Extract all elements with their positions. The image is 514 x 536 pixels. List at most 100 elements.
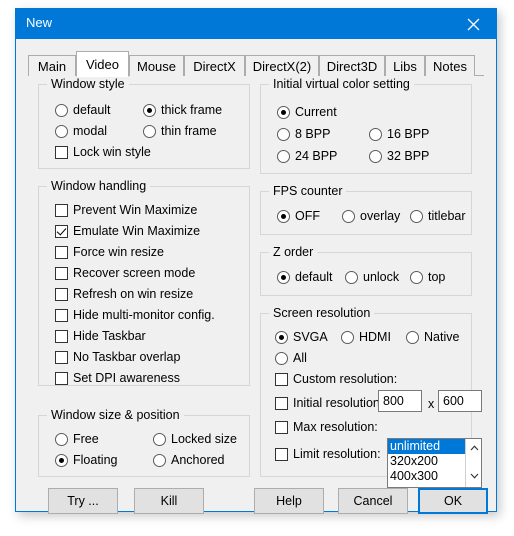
checkbox-recover-screen-mode[interactable]: Recover screen mode bbox=[55, 266, 195, 280]
checkbox-max-resolution[interactable]: Max resolution: bbox=[275, 420, 378, 434]
tab-directx[interactable]: DirectX bbox=[184, 55, 245, 76]
radio-indicator bbox=[406, 330, 419, 344]
radio-color-32bpp[interactable]: 32 BPP bbox=[369, 149, 429, 163]
group-screen-resolution-title: Screen resolution bbox=[269, 306, 375, 320]
checkbox-emulate-win-maximize[interactable]: Emulate Win Maximize bbox=[55, 224, 200, 238]
radio-indicator bbox=[410, 209, 423, 223]
option-label: All bbox=[293, 351, 307, 365]
option-label: Prevent Win Maximize bbox=[73, 203, 198, 217]
option-label: Free bbox=[73, 432, 99, 446]
radio-res-all[interactable]: All bbox=[275, 351, 307, 365]
try-button[interactable]: Try ... bbox=[48, 488, 118, 514]
radio-size-locked[interactable]: Locked size bbox=[153, 432, 237, 446]
option-label: Max resolution: bbox=[293, 420, 378, 434]
checkbox-indicator bbox=[275, 447, 288, 461]
checkbox-hide-taskbar[interactable]: Hide Taskbar bbox=[55, 329, 146, 343]
radio-zorder-top[interactable]: top bbox=[410, 270, 445, 284]
radio-indicator bbox=[410, 270, 423, 284]
checkbox-no-taskbar-overlap[interactable]: No Taskbar overlap bbox=[55, 350, 180, 364]
close-icon[interactable] bbox=[451, 9, 496, 39]
group-initial-color-title: Initial virtual color setting bbox=[269, 77, 414, 91]
checkbox-indicator bbox=[55, 287, 68, 301]
dimension-separator-label: x bbox=[428, 397, 435, 411]
radio-window-style-thin-frame[interactable]: thin frame bbox=[143, 124, 217, 138]
initial-resolution-width-input[interactable]: 800 bbox=[378, 390, 422, 412]
checkbox-initial-resolution[interactable]: Initial resolution: bbox=[275, 396, 383, 410]
tab-video[interactable]: Video bbox=[76, 51, 129, 77]
option-label: Native bbox=[424, 330, 460, 344]
group-window-size-position: Window size & position Free Locked size … bbox=[38, 408, 250, 477]
checkbox-prevent-win-maximize[interactable]: Prevent Win Maximize bbox=[55, 203, 197, 217]
checkbox-lock-win-style[interactable]: Lock win style bbox=[55, 145, 151, 159]
option-label: Lock win style bbox=[73, 145, 151, 159]
radio-indicator bbox=[277, 270, 290, 284]
radio-indicator bbox=[342, 209, 355, 223]
radio-indicator bbox=[153, 453, 166, 467]
option-label: titlebar bbox=[428, 209, 466, 223]
radio-size-floating[interactable]: Floating bbox=[55, 453, 117, 467]
group-z-order-title: Z order bbox=[269, 245, 318, 259]
radio-indicator bbox=[277, 149, 290, 163]
option-label: unlock bbox=[363, 270, 400, 284]
radio-size-anchored[interactable]: Anchored bbox=[153, 453, 225, 467]
radio-window-style-default[interactable]: default bbox=[55, 103, 111, 117]
radio-window-style-thick-frame[interactable]: thick frame bbox=[143, 103, 222, 117]
kill-button[interactable]: Kill bbox=[134, 488, 204, 514]
option-label: Custom resolution: bbox=[293, 372, 398, 386]
checkbox-force-win-resize[interactable]: Force win resize bbox=[55, 245, 164, 259]
radio-color-current[interactable]: Current bbox=[277, 105, 337, 119]
checkbox-custom-resolution[interactable]: Custom resolution: bbox=[275, 372, 397, 386]
radio-fps-titlebar[interactable]: titlebar bbox=[410, 209, 466, 223]
group-window-handling-title: Window handling bbox=[47, 179, 151, 193]
tab-directx2[interactable]: DirectX(2) bbox=[245, 55, 319, 76]
radio-color-16bpp[interactable]: 16 BPP bbox=[369, 127, 429, 141]
radio-zorder-default[interactable]: default bbox=[277, 270, 333, 284]
checkbox-indicator bbox=[55, 350, 68, 364]
radio-indicator bbox=[341, 330, 354, 344]
checkbox-hide-multi-monitor-config[interactable]: Hide multi-monitor config. bbox=[55, 308, 215, 322]
radio-fps-off[interactable]: OFF bbox=[277, 209, 320, 223]
radio-res-hdmi[interactable]: HDMI bbox=[341, 330, 391, 344]
radio-res-native[interactable]: Native bbox=[406, 330, 459, 344]
tab-mouse[interactable]: Mouse bbox=[129, 55, 184, 76]
radio-indicator bbox=[369, 127, 382, 141]
radio-indicator bbox=[277, 105, 290, 119]
radio-color-8bpp[interactable]: 8 BPP bbox=[277, 127, 330, 141]
ok-button[interactable]: OK bbox=[418, 488, 488, 514]
checkbox-set-dpi-awareness[interactable]: Set DPI awareness bbox=[55, 371, 180, 385]
radio-indicator bbox=[277, 127, 290, 141]
option-label: default bbox=[295, 270, 333, 284]
option-label: Recover screen mode bbox=[73, 266, 196, 280]
option-label: Current bbox=[295, 105, 337, 119]
radio-color-24bpp[interactable]: 24 BPP bbox=[277, 149, 337, 163]
radio-window-style-modal[interactable]: modal bbox=[55, 124, 107, 138]
option-label: Locked size bbox=[171, 432, 238, 446]
radio-res-svga[interactable]: SVGA bbox=[275, 330, 328, 344]
option-label: 24 BPP bbox=[295, 149, 338, 163]
tab-main[interactable]: Main bbox=[28, 55, 76, 76]
checkbox-limit-resolution[interactable]: Limit resolution: bbox=[275, 447, 381, 461]
tab-notes[interactable]: Notes bbox=[425, 55, 475, 76]
initial-resolution-height-input[interactable]: 600 bbox=[438, 390, 482, 412]
tab-direct3d[interactable]: Direct3D bbox=[319, 55, 385, 76]
button-bar: Try ... Kill Help Cancel OK bbox=[16, 476, 496, 536]
option-label: Limit resolution: bbox=[293, 447, 381, 461]
radio-indicator bbox=[55, 103, 68, 117]
help-button[interactable]: Help bbox=[254, 488, 324, 514]
radio-zorder-unlock[interactable]: unlock bbox=[345, 270, 399, 284]
dialog-window: New Main Video Mouse DirectX DirectX(2) … bbox=[15, 8, 497, 514]
tab-libs[interactable]: Libs bbox=[385, 55, 425, 76]
option-label: top bbox=[428, 270, 446, 284]
radio-size-free[interactable]: Free bbox=[55, 432, 99, 446]
group-window-size-position-title: Window size & position bbox=[47, 408, 184, 422]
radio-indicator bbox=[153, 432, 166, 446]
chevron-up-icon[interactable] bbox=[466, 440, 481, 456]
cancel-button[interactable]: Cancel bbox=[338, 488, 408, 514]
option-label: SVGA bbox=[293, 330, 328, 344]
checkbox-indicator bbox=[275, 420, 288, 434]
radio-fps-overlay[interactable]: overlay bbox=[342, 209, 400, 223]
option-label: Hide multi-monitor config. bbox=[73, 308, 215, 322]
checkbox-refresh-on-win-resize[interactable]: Refresh on win resize bbox=[55, 287, 193, 301]
option-label: Initial resolution: bbox=[293, 396, 384, 410]
radio-indicator bbox=[277, 209, 290, 223]
